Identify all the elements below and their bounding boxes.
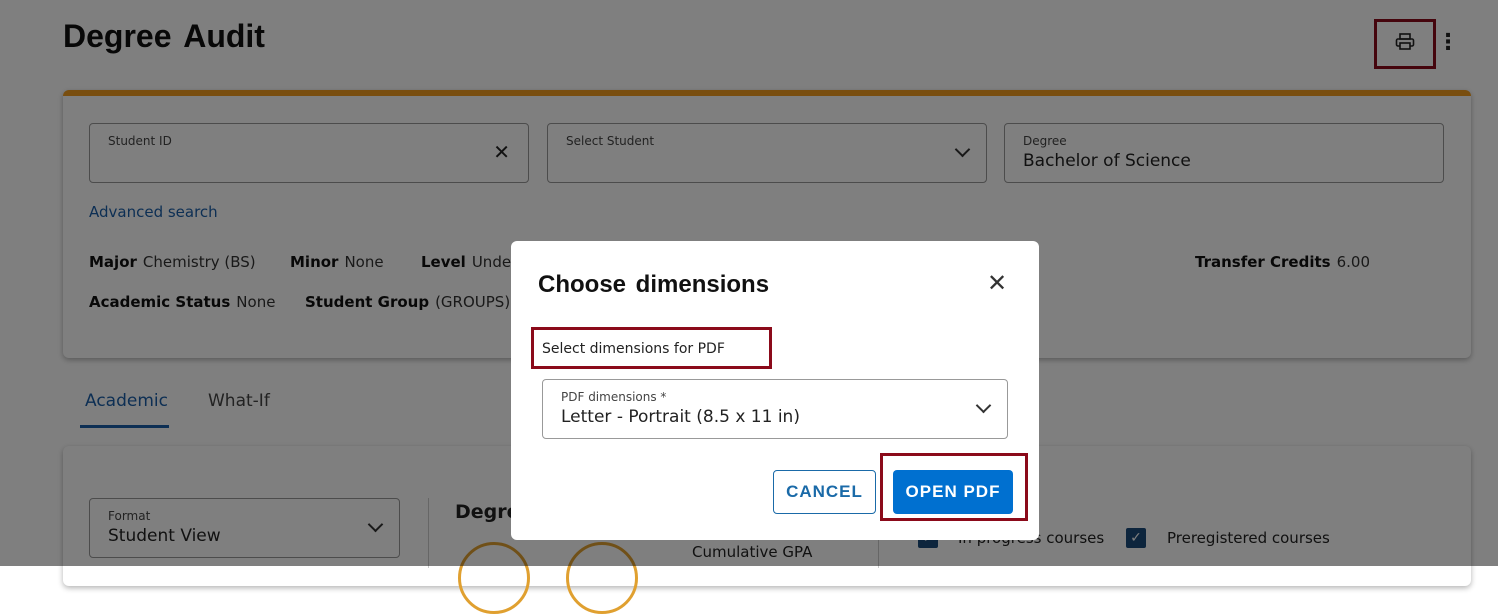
pdf-dimensions-value: Letter - Portrait (8.5 x 11 in)	[561, 407, 800, 427]
chevron-down-icon	[975, 397, 992, 414]
open-pdf-button[interactable]: OPEN PDF	[893, 470, 1013, 514]
dialog-instruction: Select dimensions for PDF	[542, 341, 725, 357]
dialog-title: Choose dimensions	[538, 271, 770, 298]
pdf-dimensions-select[interactable]: PDF dimensions * Letter - Portrait (8.5 …	[542, 379, 1008, 439]
pdf-dimensions-label: PDF dimensions *	[561, 390, 667, 404]
cancel-button[interactable]: CANCEL	[773, 470, 876, 514]
choose-dimensions-dialog: Choose dimensions ✕ Select dimensions fo…	[511, 241, 1039, 540]
close-icon[interactable]: ✕	[987, 269, 1007, 297]
